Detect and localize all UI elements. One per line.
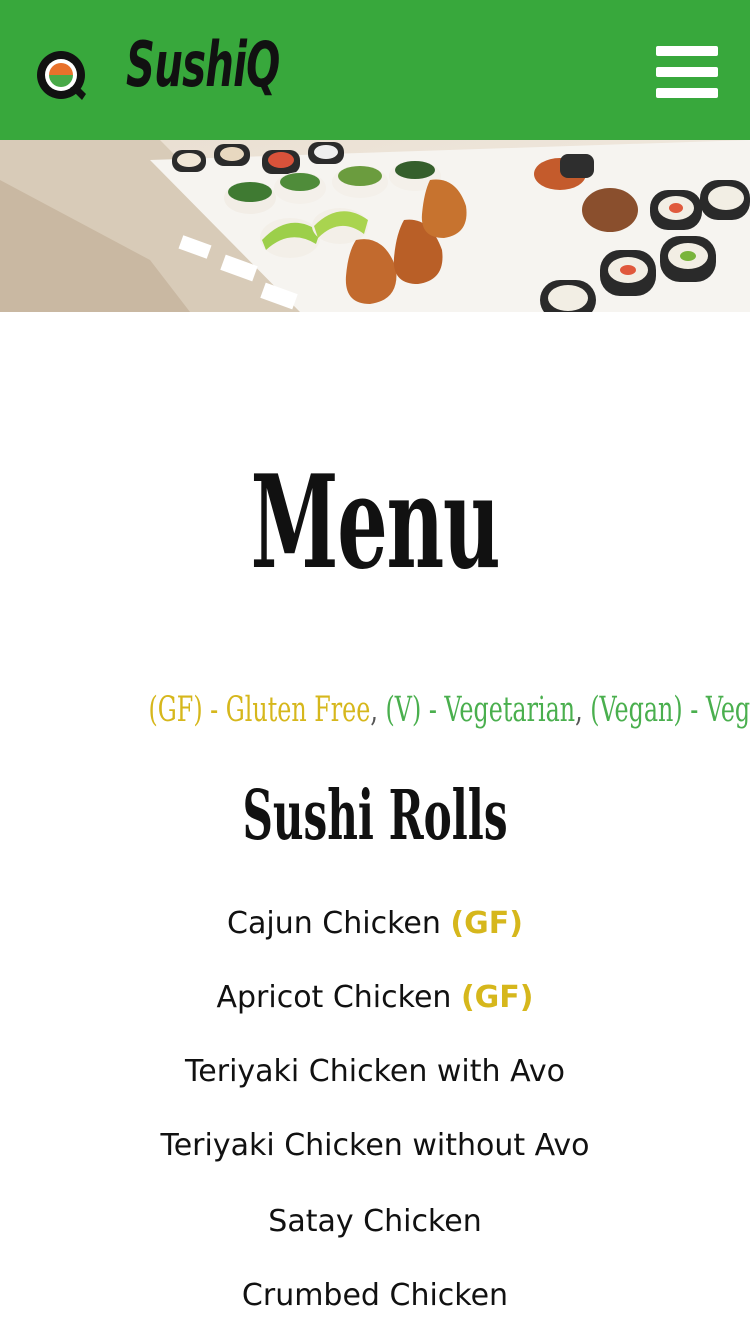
menu-item: Cajun Chicken (GF) bbox=[0, 906, 750, 941]
section-title-sushi-rolls: Sushi Rolls bbox=[242, 776, 508, 856]
page-title: Menu bbox=[250, 448, 501, 598]
menu-item-tag: (GF) bbox=[460, 980, 534, 1015]
menu-item: Teriyaki Chicken without Avo bbox=[0, 1128, 750, 1163]
menu-item-name: Crumbed Chicken bbox=[241, 1278, 509, 1313]
menu-item: Crumbed Chicken bbox=[0, 1278, 750, 1313]
menu-item-name: Teriyaki Chicken with Avo bbox=[185, 1054, 565, 1089]
legend-vegetarian: (V) - Vegetarian bbox=[385, 690, 576, 730]
menu-item: Teriyaki Chicken with Avo bbox=[0, 1054, 750, 1089]
hamburger-menu-icon[interactable] bbox=[652, 44, 718, 100]
brand-name[interactable]: SushiQ bbox=[126, 28, 280, 101]
header-bar: SushiQ bbox=[0, 0, 750, 140]
legend-separator: , bbox=[370, 690, 378, 730]
sushi-q-logo-icon[interactable] bbox=[34, 48, 90, 104]
menu-item-name: Satay Chicken bbox=[268, 1204, 482, 1239]
menu-item-tag: (GF) bbox=[450, 906, 523, 941]
legend-vegan: (Vegan) - Vegan bbox=[590, 690, 750, 730]
menu-item-name: Teriyaki Chicken without Avo bbox=[160, 1128, 590, 1163]
legend-gluten-free: (GF) - Gluten Free bbox=[148, 690, 371, 730]
hero-image bbox=[0, 140, 750, 312]
menu-item-name: Apricot Chicken bbox=[216, 980, 452, 1015]
menu-item: Apricot Chicken (GF) bbox=[0, 980, 750, 1015]
legend-separator: , bbox=[575, 690, 583, 730]
dietary-legend: (GF) - Gluten Free, (V) - Vegetarian, (V… bbox=[0, 690, 750, 730]
menu-item: Satay Chicken bbox=[0, 1204, 750, 1239]
menu-item-name: Cajun Chicken bbox=[227, 906, 441, 941]
